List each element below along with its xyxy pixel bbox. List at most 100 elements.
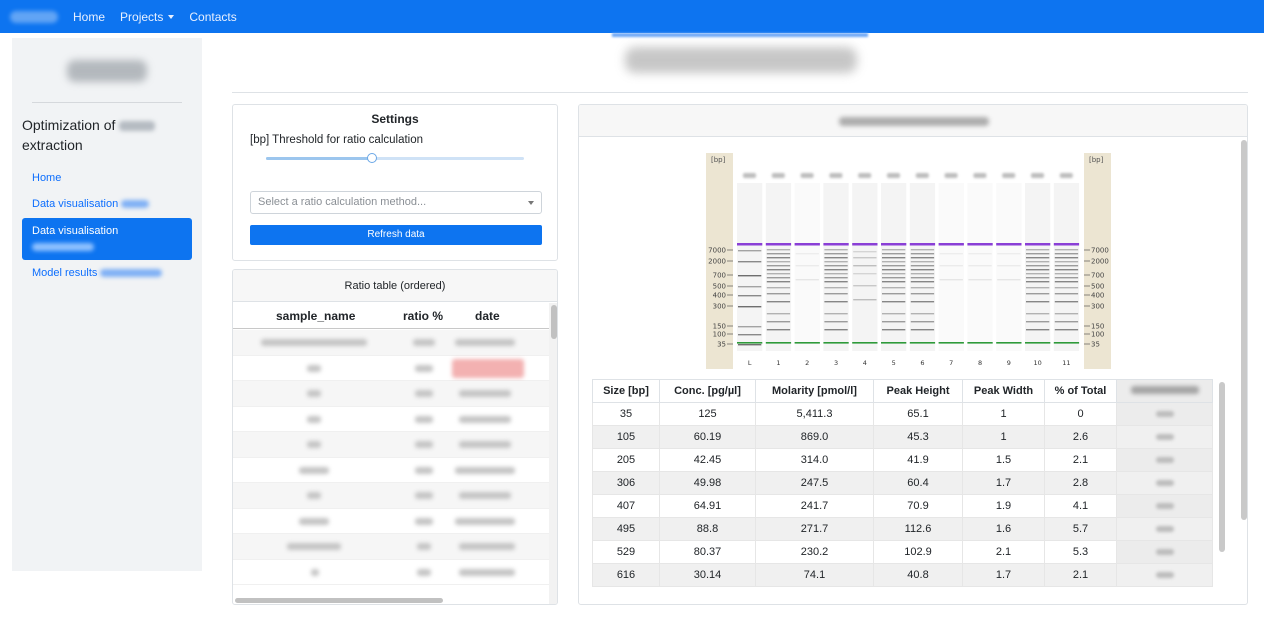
column-header-peak-width[interactable]: Peak Width [962, 379, 1045, 403]
nav-home-link[interactable]: Home [73, 10, 105, 24]
table-row[interactable]: 407 64.91 241.7 70.9 1.9 4.1 [592, 494, 1213, 518]
gel-sample-band [882, 301, 906, 303]
gel-lower-marker-band [823, 342, 849, 344]
column-header-sample-name[interactable]: sample_name [276, 309, 355, 323]
gel-sample-band [882, 329, 906, 331]
gel-sample-band [997, 253, 1021, 255]
redacted-cell [455, 466, 515, 474]
page-title [625, 47, 857, 73]
gel-sample-band [882, 273, 906, 275]
nav-contacts-link[interactable]: Contacts [189, 10, 236, 24]
table-row[interactable]: 306 49.98 247.5 60.4 1.7 2.8 [592, 471, 1213, 495]
table-row[interactable] [233, 407, 549, 432]
table-row[interactable] [233, 560, 549, 585]
table-row[interactable] [233, 381, 549, 407]
gel-sample-band [766, 273, 791, 275]
gel-sample-band [824, 281, 848, 283]
table-row[interactable] [233, 509, 549, 534]
table-cell: 869.0 [755, 425, 874, 449]
gel-sample-band [738, 344, 762, 346]
table-cell: 271.7 [755, 517, 874, 541]
column-header-size[interactable]: Size [bp] [592, 379, 660, 403]
gel-unit-label-left: [bp] [711, 156, 726, 164]
column-header-date[interactable]: date [475, 309, 500, 323]
table-row[interactable] [233, 356, 549, 381]
table-cell: 80.37 [659, 540, 756, 564]
sidebar-item-data-visualisation-2[interactable]: Data visualisation [22, 218, 192, 260]
table-row[interactable] [233, 432, 549, 458]
table-cell: 241.7 [755, 494, 874, 518]
sidebar: Optimization of extraction Home Data vis… [12, 38, 202, 571]
gel-sample-band [824, 253, 848, 255]
redacted-cell [307, 390, 321, 397]
scrollbar-thumb[interactable] [1241, 140, 1247, 520]
gel-sample-band [1054, 253, 1079, 255]
gel-sample-band [882, 293, 906, 295]
table-row[interactable] [233, 483, 549, 509]
redacted-cell [311, 568, 319, 576]
table-cell: 125 [659, 402, 756, 426]
sidebar-item-data-visualisation-1[interactable]: Data visualisation [22, 196, 192, 212]
bioanalyzer-card-scrollbar[interactable] [1239, 138, 1247, 604]
gel-sample-band [1054, 321, 1079, 323]
redacted-lane-label [829, 173, 843, 178]
column-header-peak-height[interactable]: Peak Height [873, 379, 963, 403]
gel-sample-band [939, 279, 963, 281]
ratio-table-vertical-scrollbar[interactable] [549, 303, 557, 604]
table-cell: 2.1 [962, 540, 1045, 564]
peak-table-vertical-scrollbar[interactable] [1216, 379, 1226, 604]
gel-sample-band [968, 253, 992, 255]
table-cell: 529 [592, 540, 660, 564]
table-cell: 1.6 [962, 517, 1045, 541]
gel-tick-label: 150 [1091, 323, 1104, 331]
table-cell: 30.14 [659, 563, 756, 587]
gel-sample-band [910, 273, 935, 275]
refresh-data-button[interactable]: Refresh data [250, 225, 542, 245]
table-cell: 616 [592, 563, 660, 587]
table-row[interactable] [233, 534, 549, 560]
slider-fill [266, 157, 372, 160]
ratio-method-select[interactable]: Select a ratio calculation method... [250, 191, 542, 214]
gel-lane [881, 183, 907, 351]
column-header-pct-total[interactable]: % of Total [1044, 379, 1117, 403]
gel-sample-band [1054, 265, 1079, 267]
redacted-cell [459, 543, 515, 550]
gel-sample-band [824, 301, 848, 303]
scrollbar-thumb[interactable] [551, 305, 557, 339]
gel-sample-band [795, 253, 819, 255]
gel-lower-marker-band [1053, 342, 1080, 344]
table-row[interactable]: 105 60.19 869.0 45.3 1 2.6 [592, 425, 1213, 449]
table-cell: 112.6 [873, 517, 963, 541]
column-header-molarity[interactable]: Molarity [pmol/l] [755, 379, 874, 403]
gel-lane [852, 183, 878, 351]
redacted-cell [1116, 540, 1213, 564]
gel-sample-band [1054, 313, 1079, 315]
table-cell: 64.91 [659, 494, 756, 518]
table-row[interactable] [233, 458, 549, 483]
threshold-slider[interactable] [266, 153, 524, 163]
nav-projects-dropdown[interactable]: Projects [120, 10, 175, 24]
slider-handle[interactable] [366, 153, 377, 163]
ratio-table-horizontal-scrollbar[interactable] [235, 598, 443, 603]
table-row[interactable]: 495 88.8 271.7 112.6 1.6 5.7 [592, 517, 1213, 541]
sidebar-item-model-results[interactable]: Model results [22, 265, 192, 281]
sidebar-item-home[interactable]: Home [22, 170, 192, 186]
redacted-cell [307, 364, 321, 372]
table-row[interactable]: 205 42.45 314.0 41.9 1.5 2.1 [592, 448, 1213, 472]
table-cell: 2.1 [1044, 448, 1117, 472]
table-row[interactable]: 35 125 5,411.3 65.1 1 0 [592, 402, 1213, 426]
project-title-suffix: extraction [22, 137, 83, 153]
column-header-conc[interactable]: Conc. [pg/µl] [659, 379, 756, 403]
column-header-ratio[interactable]: ratio % [403, 309, 443, 323]
table-row[interactable] [233, 330, 549, 356]
table-row[interactable]: 529 80.37 230.2 102.9 2.1 5.3 [592, 540, 1213, 564]
column-header-redacted[interactable] [1116, 379, 1213, 403]
scrollbar-thumb[interactable] [1219, 382, 1225, 552]
gel-lane-number: 4 [863, 359, 867, 367]
brand-logo[interactable] [10, 10, 58, 23]
redacted-cell [307, 415, 321, 423]
gel-sample-band [910, 293, 935, 295]
redacted-cell [1116, 494, 1213, 518]
table-row[interactable]: 616 30.14 74.1 40.8 1.7 2.1 [592, 563, 1213, 587]
gel-sample-band [795, 265, 819, 267]
